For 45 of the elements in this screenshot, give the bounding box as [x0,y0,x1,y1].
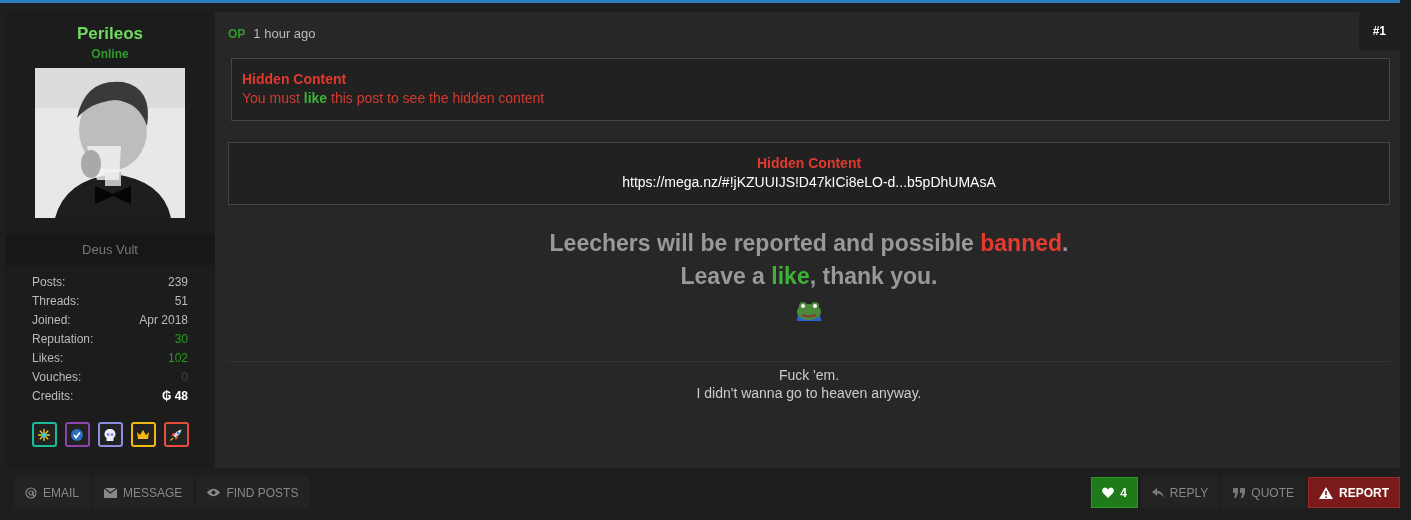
download-link[interactable]: https://mega.nz/#!jKZUUIJS!D47kICi8eLO-d...b5pDhUMAsA [239,173,1379,192]
skull-icon [103,427,117,442]
at-icon [25,486,37,499]
rocket-icon [169,427,183,442]
user-title: Deus Vult [5,235,215,265]
sparkle-icon [37,427,51,442]
signature-line: Fuck 'em. [778,366,840,384]
reply-button[interactable]: REPLY [1140,477,1220,508]
stat-label: Reputation: [32,331,94,347]
message-line: Leave a like, thank you. [680,262,938,291]
stat-value: 51 [174,293,188,309]
username[interactable]: Perileos [76,24,144,44]
report-button[interactable]: REPORT [1308,477,1400,508]
hidden-content-title: Hidden Content [242,70,348,89]
hidden-content-notice: You must like this post to see the hidden content [242,89,546,108]
online-status: Online [91,47,129,61]
stat-label: Joined: [32,312,71,328]
stat-label: Likes: [32,350,64,366]
stat-value: ₲ 48 [162,388,188,404]
heart-icon [1102,487,1115,498]
post-number[interactable]: #1 [1358,12,1400,51]
warning-icon [1319,486,1333,499]
like-button[interactable]: 4 [1091,477,1138,508]
quote-icon [1233,487,1246,498]
email-button[interactable]: EMAIL [14,477,90,508]
reply-arrow-icon [1151,487,1164,498]
stat-label: Threads: [32,293,80,309]
stat-value: 102 [167,350,188,366]
op-label: OP [228,26,246,41]
stat-label: Vouches: [32,369,82,385]
signature-line: I didn't wanna go to heaven anyway. [696,384,922,402]
message-line: Leechers will be reported and possible banned. [549,229,1069,258]
stat-value: Apr 2018 [139,312,188,328]
eye-icon [207,488,221,497]
stat-value: 30 [174,331,188,347]
envelope-icon [104,487,117,498]
stat-label: Posts: [32,274,66,290]
post-time: 1 hour ago [253,26,316,41]
stat-label: Credits: [32,388,74,404]
message-button[interactable]: MESSAGE [93,477,194,508]
check-circle-icon [70,427,84,442]
find-posts-button[interactable]: FIND POSTS [196,477,310,508]
stat-value: 239 [167,274,188,290]
hidden-content-title: Hidden Content [755,154,863,173]
quote-button[interactable]: QUOTE [1222,477,1305,508]
